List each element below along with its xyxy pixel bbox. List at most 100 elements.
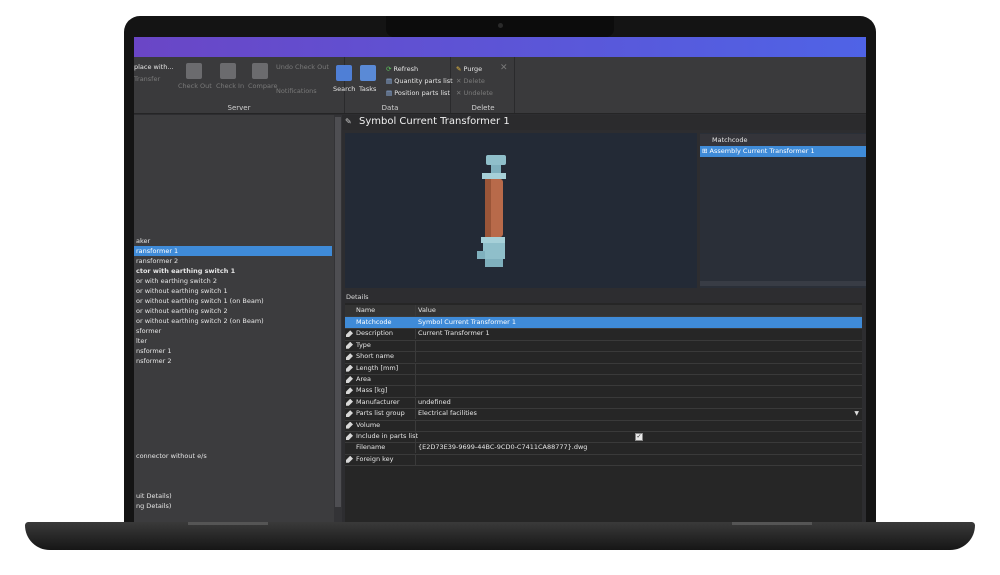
refresh-icon: ⟳ — [386, 65, 392, 73]
column-divider — [415, 419, 416, 431]
tasks-button[interactable]: Tasks — [359, 85, 376, 93]
symbol-tree: aker ransformer 1 ransformer 2 ctor with… — [134, 115, 334, 522]
position-parts-list-label: Position parts list — [394, 89, 450, 97]
transformer-flange-top — [482, 173, 506, 179]
pin-icon[interactable]: ✎ — [345, 118, 353, 126]
column-divider — [415, 374, 416, 385]
compare-button[interactable]: Compare — [248, 82, 278, 90]
purge-button[interactable]: ✎ Purge — [456, 65, 482, 73]
transformer-flange-bottom — [481, 237, 505, 243]
edit-icon — [346, 341, 353, 349]
property-name: Description — [356, 329, 394, 338]
property-value[interactable]: Symbol Current Transformer 1 — [418, 317, 516, 328]
edit-icon — [346, 330, 353, 338]
tree-item[interactable]: ransformer 2 — [134, 256, 332, 266]
column-divider — [415, 362, 416, 374]
check-out-icon[interactable] — [186, 63, 202, 79]
purge-label: Purge — [463, 65, 483, 73]
table-row[interactable]: Foreign key — [345, 453, 862, 467]
include-in-parts-list-checkbox[interactable]: ✓ — [635, 433, 643, 441]
property-value[interactable]: undefined — [418, 397, 451, 408]
tasks-icon[interactable] — [360, 65, 376, 81]
search-icon[interactable] — [336, 65, 352, 81]
close-icon[interactable]: ✕ — [500, 63, 508, 73]
expand-icon[interactable]: ⊞ — [700, 147, 707, 155]
edit-icon — [346, 455, 353, 463]
tree-item[interactable]: ctor with earthing switch 1 — [134, 266, 332, 276]
property-name: Foreign key — [356, 454, 394, 463]
tree-item[interactable]: or without earthing switch 1 — [134, 286, 332, 296]
tree-item[interactable]: or without earthing switch 2 — [134, 306, 332, 316]
transformer-terminal — [477, 251, 485, 259]
tree-item[interactable]: or without earthing switch 1 (on Beam) — [134, 296, 332, 306]
transfer-button[interactable]: Transfer — [134, 75, 160, 83]
column-divider — [415, 396, 416, 408]
property-name: Mass [kg] — [356, 386, 388, 395]
list-icon: ▤ — [386, 89, 393, 97]
tree-item[interactable]: or without earthing switch 2 (on Beam) — [134, 316, 332, 326]
tree-item[interactable]: nsformer 2 — [134, 356, 332, 366]
tree-item[interactable]: aker — [134, 236, 332, 246]
delete-button[interactable]: ✕ Delete — [456, 77, 485, 85]
property-name: Volume — [356, 420, 381, 429]
tree-item[interactable]: ng Details) — [134, 501, 332, 511]
edit-icon — [346, 433, 353, 440]
check-out-button[interactable]: Check Out — [178, 82, 212, 90]
compare-icon[interactable] — [252, 63, 268, 79]
column-divider — [415, 339, 416, 351]
laptop-base — [25, 522, 975, 550]
refresh-label: Refresh — [393, 65, 419, 73]
quantity-parts-list-label: Quantity parts list — [394, 77, 453, 85]
matchcode-header[interactable]: Matchcode — [700, 134, 866, 146]
position-parts-list-button[interactable]: ▤ Position parts list — [386, 89, 450, 97]
tree-item[interactable]: uit Details) — [134, 491, 332, 501]
tree-item[interactable]: lter — [134, 336, 332, 346]
property-name: Include in parts list — [356, 432, 419, 440]
check-in-button[interactable]: Check In — [216, 82, 244, 90]
quantity-parts-list-button[interactable]: ▤ Quantity parts list — [386, 77, 453, 85]
title-bar — [134, 37, 866, 57]
matchcode-row[interactable]: ⊞ Assembly Current Transformer 1 — [700, 146, 866, 157]
notifications-button[interactable]: Notifications — [276, 87, 317, 95]
tree-item[interactable]: connector without e/s — [134, 451, 332, 461]
replace-with-button[interactable]: place with... — [134, 63, 174, 71]
transformer-base — [483, 243, 505, 259]
matchcode-scrollbar[interactable] — [700, 281, 866, 286]
tree-item[interactable]: ransformer 1 — [134, 246, 332, 256]
parts-list-group-select[interactable]: Electrical facilities — [418, 408, 477, 419]
column-divider — [415, 351, 416, 363]
edit-icon — [346, 421, 353, 429]
delete-label: Delete — [463, 77, 485, 85]
column-divider — [415, 442, 416, 454]
tree-item[interactable]: or with earthing switch 2 — [134, 276, 332, 286]
tree-item[interactable]: sformer — [134, 326, 332, 336]
search-button[interactable]: Search — [333, 85, 355, 93]
property-name: Type — [356, 340, 371, 349]
tree-scrollbar-thumb[interactable] — [335, 117, 341, 507]
ribbon-group-data: Search Tasks ⟳ Refresh ▤ Quantity parts … — [330, 57, 453, 113]
property-value[interactable]: Current Transformer 1 — [418, 328, 490, 339]
column-header-value[interactable]: Value — [418, 305, 436, 316]
column-divider — [415, 385, 416, 397]
undo-check-out-button[interactable]: Undo Check Out — [276, 63, 329, 71]
transformer-top-cap — [486, 155, 506, 165]
property-name: Matchcode — [356, 318, 392, 326]
hinge-left — [188, 522, 268, 525]
tree-item[interactable]: nsformer 1 — [134, 346, 332, 356]
undelete-label: Undelete — [463, 89, 493, 97]
matchcode-header-label: Matchcode — [712, 136, 748, 144]
symbol-preview[interactable] — [345, 133, 697, 288]
refresh-button[interactable]: ⟳ Refresh — [386, 65, 418, 73]
check-in-icon[interactable] — [220, 63, 236, 79]
chevron-down-icon[interactable]: ▼ — [854, 408, 859, 419]
property-value[interactable]: {E2D73E39-9699-44BC-9CD0-C7411CA88777}.d… — [418, 442, 587, 453]
undelete-button[interactable]: ✕ Undelete — [456, 89, 493, 97]
edit-icon — [346, 387, 353, 395]
edit-icon — [346, 364, 353, 372]
property-name: Length [mm] — [356, 363, 399, 372]
edit-icon — [346, 398, 353, 406]
property-name: Parts list group — [356, 409, 405, 418]
property-name: Filename — [356, 443, 386, 452]
transformer-body-shade — [485, 179, 491, 237]
column-header-name[interactable]: Name — [356, 305, 416, 316]
